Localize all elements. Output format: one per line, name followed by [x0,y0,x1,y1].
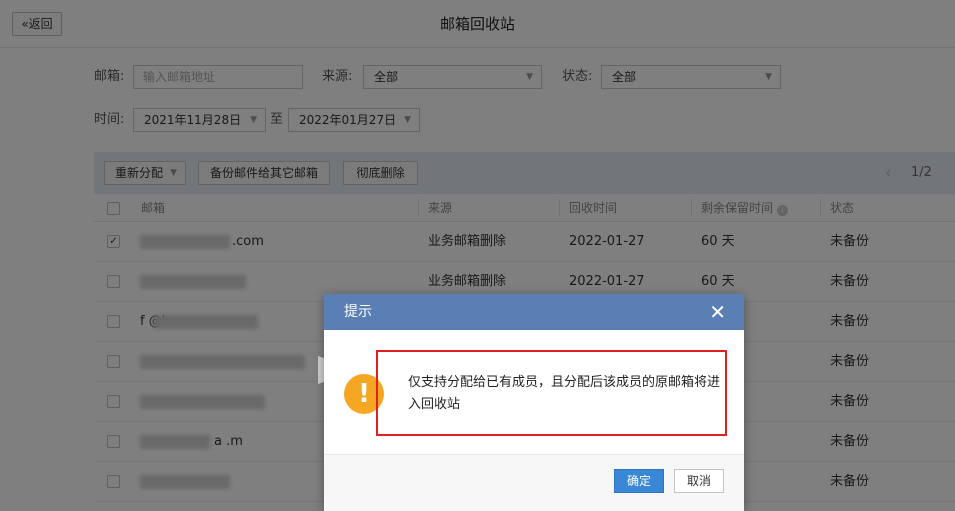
confirm-button[interactable]: 确定 [614,469,664,493]
dialog-footer: 确定 取消 [324,454,744,511]
dialog-title: 提示 [344,304,372,320]
prompt-dialog: 提示 ✕ ! 仅支持分配给已有成员，且分配后该成员的原邮箱将进入回收站 确定 取… [324,294,744,511]
close-icon[interactable]: ✕ [709,294,726,330]
cancel-button[interactable]: 取消 [674,469,724,493]
dialog-message: 仅支持分配给已有成员，且分配后该成员的原邮箱将进入回收站 [408,375,721,412]
dialog-header: 提示 ✕ [324,294,744,330]
